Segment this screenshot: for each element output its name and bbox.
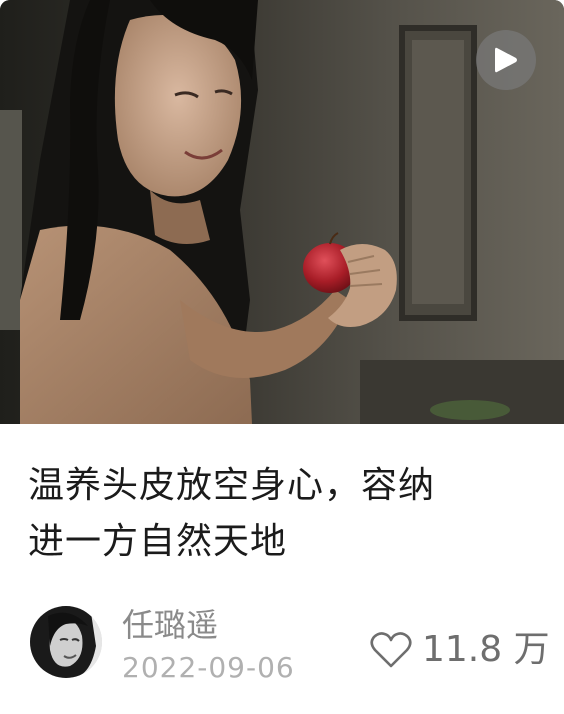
author-avatar[interactable]: [30, 606, 102, 678]
video-card[interactable]: 温养头皮放空身心，容纳 进一方自然天地 任璐遥 2022-09-06 11.8 …: [0, 0, 564, 714]
avatar-image: [30, 606, 102, 678]
video-cover-image[interactable]: [0, 0, 564, 424]
like-button[interactable]: 11.8 万: [370, 626, 550, 674]
play-button[interactable]: [476, 30, 536, 90]
post-title-line-2: 进一方自然天地: [28, 521, 288, 562]
post-date: 2022-09-06: [122, 651, 295, 684]
post-title[interactable]: 温养头皮放空身心，容纳 进一方自然天地: [28, 458, 528, 570]
like-count: 11.8 万: [422, 629, 550, 670]
heart-outline-icon: [370, 632, 412, 668]
post-title-line-1: 温养头皮放空身心，容纳: [28, 465, 436, 506]
author-name[interactable]: 任璐遥: [122, 604, 218, 646]
play-icon: [495, 47, 517, 73]
